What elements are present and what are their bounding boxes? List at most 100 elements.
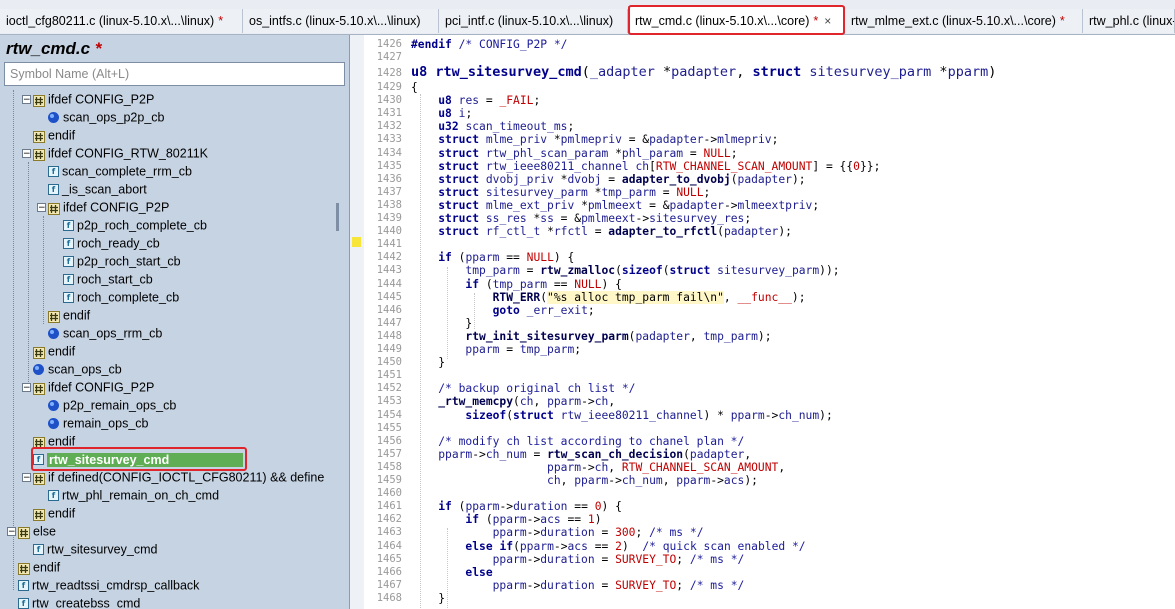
tree-item[interactable]: f roch_complete_cb bbox=[52, 288, 179, 306]
tree-item[interactable]: f rtw_sitesurvey_cmd bbox=[22, 540, 157, 558]
line-number: 1463 bbox=[376, 526, 402, 539]
tab-rtw_mlme_ext-c[interactable]: rtw_mlme_ext.c (linux-5.10.x\...\core) * bbox=[845, 9, 1083, 33]
line-number: 1460 bbox=[376, 487, 402, 500]
tree-item[interactable]: f rtw_readtssi_cmdrsp_callback bbox=[7, 576, 199, 594]
tree-item-label: endif bbox=[48, 344, 76, 359]
function-icon: f bbox=[63, 238, 74, 250]
tree-item-label: endif bbox=[48, 434, 76, 449]
tree-item-selected[interactable]: f rtw_sitesurvey_cmd bbox=[22, 450, 244, 468]
tree-item[interactable]: f rtw_createbss_cmd bbox=[7, 594, 140, 609]
line-number: 1468 bbox=[376, 591, 402, 604]
symbol-search-input[interactable] bbox=[4, 62, 345, 86]
line-number: 1430 bbox=[376, 94, 402, 107]
line-number: 1453 bbox=[376, 395, 402, 408]
code-line: { bbox=[411, 81, 418, 94]
collapse-icon[interactable]: − bbox=[22, 95, 31, 105]
tree-item-label: rtw_phl_remain_on_ch_cmd bbox=[62, 488, 220, 503]
tree-item-label: if defined(CONFIG_IOCTL_CFG80211) && def… bbox=[48, 470, 325, 485]
symbol-tree-scrollbar[interactable] bbox=[336, 203, 339, 231]
code-line: struct mlme_ext_priv *pmlmeext = &padapt… bbox=[438, 198, 820, 212]
line-number: 1464 bbox=[376, 539, 402, 552]
tree-item-label: scan_ops_cb bbox=[48, 362, 122, 377]
tree-item[interactable]: endif bbox=[22, 504, 75, 522]
code-line: u32 scan_timeout_ms; bbox=[438, 120, 575, 134]
function-icon: f bbox=[18, 580, 29, 592]
tab-label: pci_intf.c (linux-5.10.x\...\linux) bbox=[445, 14, 614, 28]
tree-item[interactable]: f roch_start_cb bbox=[52, 270, 153, 288]
code-line: sizeof(struct rtw_ieee80211_channel) * p… bbox=[465, 408, 833, 422]
tree-item[interactable]: f p2p_roch_complete_cb bbox=[52, 216, 207, 234]
file-title-text: rtw_cmd.c bbox=[6, 39, 91, 58]
tree-item-label: scan_ops_p2p_cb bbox=[63, 110, 165, 125]
line-number: 1462 bbox=[376, 513, 402, 526]
tree-item[interactable]: scan_ops_rrm_cb bbox=[37, 324, 162, 342]
code-line: u8 rtw_sitesurvey_cmd(_adapter *padapter… bbox=[411, 64, 997, 80]
code-editor[interactable]: 1426 1427 1428 1429 1430 1431 1432 1433 1434 1435… bbox=[350, 35, 1175, 609]
code-line: if (pparm == NULL) { bbox=[438, 251, 575, 265]
tab-rtw_phl-c[interactable]: rtw_phl.c (linux-5.10.x bbox=[1083, 9, 1175, 33]
tab-modified-indicator: * bbox=[1059, 14, 1065, 28]
tree-item-label: endif bbox=[48, 128, 76, 143]
tree-item[interactable]: scan_ops_p2p_cb bbox=[37, 108, 164, 126]
line-number: 1434 bbox=[376, 146, 402, 159]
tab-rtw_cmd-c[interactable]: rtw_cmd.c (linux-5.10.x\...\core) * × bbox=[628, 6, 845, 34]
tree-item[interactable]: f rtw_phl_remain_on_ch_cmd bbox=[37, 486, 219, 504]
code-line: /* backup original ch list */ bbox=[438, 382, 636, 396]
line-number: 1451 bbox=[376, 369, 402, 382]
line-number: 1441 bbox=[376, 238, 402, 251]
line-number: 1466 bbox=[376, 565, 402, 578]
tree-item[interactable]: f scan_complete_rrm_cb bbox=[37, 162, 192, 180]
tree-item[interactable]: remain_ops_cb bbox=[37, 414, 148, 432]
line-number: 1450 bbox=[376, 356, 402, 369]
collapse-icon[interactable]: − bbox=[37, 203, 46, 213]
function-icon: f bbox=[63, 256, 74, 268]
tree-item[interactable]: f p2p_roch_start_cb bbox=[52, 252, 181, 270]
bookmark-marker bbox=[352, 237, 361, 247]
tab-pci_intf-c[interactable]: pci_intf.c (linux-5.10.x\...\linux) bbox=[439, 9, 628, 33]
tree-item[interactable]: endif bbox=[22, 342, 75, 360]
tab-label: os_intfs.c (linux-5.10.x\...\linux) bbox=[249, 14, 421, 28]
collapse-icon[interactable]: − bbox=[22, 149, 31, 159]
tab-modified-indicator: * bbox=[813, 14, 819, 28]
tab-label: rtw_cmd.c (linux-5.10.x\...\core) bbox=[635, 14, 810, 28]
tree-item[interactable]: − ifdef CONFIG_P2P bbox=[37, 198, 169, 216]
tree-item[interactable]: f roch_ready_cb bbox=[52, 234, 160, 252]
line-number: 1457 bbox=[376, 447, 402, 460]
collapse-icon[interactable]: − bbox=[22, 383, 31, 393]
tab-label: ioctl_cfg80211.c (linux-5.10.x\...\linux… bbox=[6, 14, 215, 28]
tree-item[interactable]: endif bbox=[7, 558, 60, 576]
tab-label: rtw_phl.c (linux-5.10.x bbox=[1089, 14, 1174, 28]
tree-item[interactable]: endif bbox=[22, 432, 75, 450]
hash-icon bbox=[33, 382, 45, 395]
line-number: 1438 bbox=[376, 198, 402, 211]
tab-ioctl_cfg80211-c[interactable]: ioctl_cfg80211.c (linux-5.10.x\...\linux… bbox=[0, 9, 243, 33]
code-line: else bbox=[465, 565, 493, 579]
tree-item[interactable]: f _is_scan_abort bbox=[37, 180, 147, 198]
prototype-icon bbox=[48, 328, 59, 340]
line-number: 1432 bbox=[376, 120, 402, 133]
tree-item[interactable]: endif bbox=[22, 126, 75, 144]
tree-item[interactable]: − else bbox=[7, 522, 56, 540]
tab-os_intfs-c[interactable]: os_intfs.c (linux-5.10.x\...\linux) bbox=[243, 9, 439, 33]
collapse-icon[interactable]: − bbox=[22, 473, 31, 483]
hash-icon bbox=[33, 472, 45, 485]
collapse-icon[interactable]: − bbox=[7, 527, 16, 537]
code-line: } bbox=[411, 591, 446, 605]
tree-item-label: rtw_readtssi_cmdrsp_callback bbox=[32, 578, 200, 593]
tree-item[interactable]: − if defined(CONFIG_IOCTL_CFG80211) && de… bbox=[22, 468, 324, 486]
line-number: 1467 bbox=[376, 578, 402, 591]
tab-close-icon[interactable]: × bbox=[824, 14, 831, 28]
line-number: 1448 bbox=[376, 329, 402, 342]
tree-item[interactable]: scan_ops_cb bbox=[22, 360, 122, 378]
hash-icon bbox=[33, 436, 45, 449]
indent-guide bbox=[420, 94, 421, 609]
code-line: if (pparm->duration == 0) { bbox=[438, 500, 622, 514]
tree-item[interactable]: p2p_remain_ops_cb bbox=[37, 396, 176, 414]
code-line: struct sitesurvey_parm *tmp_parm = NULL; bbox=[438, 185, 711, 199]
tree-item[interactable]: − ifdef CONFIG_P2P bbox=[22, 378, 154, 396]
tree-item[interactable]: − ifdef CONFIG_RTW_80211K bbox=[22, 144, 208, 162]
hash-icon bbox=[33, 148, 45, 161]
tree-item[interactable]: − ifdef CONFIG_P2P bbox=[22, 90, 154, 108]
tree-item[interactable]: endif bbox=[37, 306, 90, 324]
line-number: 1452 bbox=[376, 382, 402, 395]
